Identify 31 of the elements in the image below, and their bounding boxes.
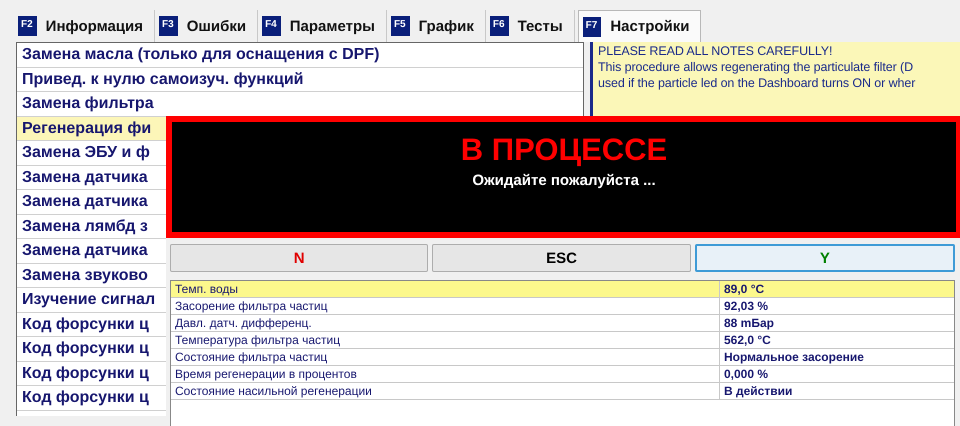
parameter-name: Состояние насильной регенерации: [171, 382, 720, 400]
dialog-button[interactable]: ESC: [432, 244, 691, 272]
note-text: This procedure allows regenerating the particulate filter (D: [598, 59, 914, 75]
tab[interactable]: F7 Настройки: [578, 10, 702, 42]
function-key-badge: F6: [490, 16, 509, 36]
progress-message: Ожидайте пожалуйста ...: [472, 172, 656, 189]
parameter-name: Время регенерации в процентов: [171, 366, 720, 382]
parameter-name: Засорение фильтра частиц: [171, 298, 720, 314]
function-key-badge: F7: [582, 16, 602, 36]
progress-title: В ПРОЦЕССЕ: [460, 132, 668, 168]
note-text: used if the particle led on the Dashboard turns ON or wher: [598, 75, 916, 91]
function-key-badge: F5: [390, 16, 410, 36]
note-text: PLEASE READ ALL NOTES CAREFULLY!: [598, 43, 834, 59]
function-key-badge: F3: [159, 16, 178, 36]
parameter-value: 0,000 %: [720, 366, 954, 382]
parameter-value: 88 mБар: [720, 314, 954, 332]
parameter-name: Темп. воды: [171, 281, 720, 298]
parameter-value: Нормальное засорение: [720, 348, 954, 366]
procedure-item[interactable]: Привед. к нулю самоизуч. функций: [17, 68, 583, 92]
function-key-badge: F4: [262, 16, 281, 36]
dialog-button[interactable]: N: [170, 244, 428, 272]
function-key-badge: F2: [18, 16, 37, 36]
parameter-value: В действии: [720, 382, 954, 400]
parameter-value: 92,03 %: [720, 298, 954, 314]
parameter-name: Температура фильтра частиц: [171, 332, 720, 348]
parameter-name: Давл. датч. дифференц.: [171, 314, 720, 332]
dialog-button[interactable]: Y: [694, 244, 955, 272]
parameter-value: 89,0 °C: [720, 281, 954, 298]
parameter-value: 562,0 °C: [720, 332, 954, 348]
procedure-item[interactable]: Замена масла (только для оснащения с DPF): [17, 43, 583, 68]
parameter-name: Состояние фильтра частиц: [171, 348, 720, 366]
